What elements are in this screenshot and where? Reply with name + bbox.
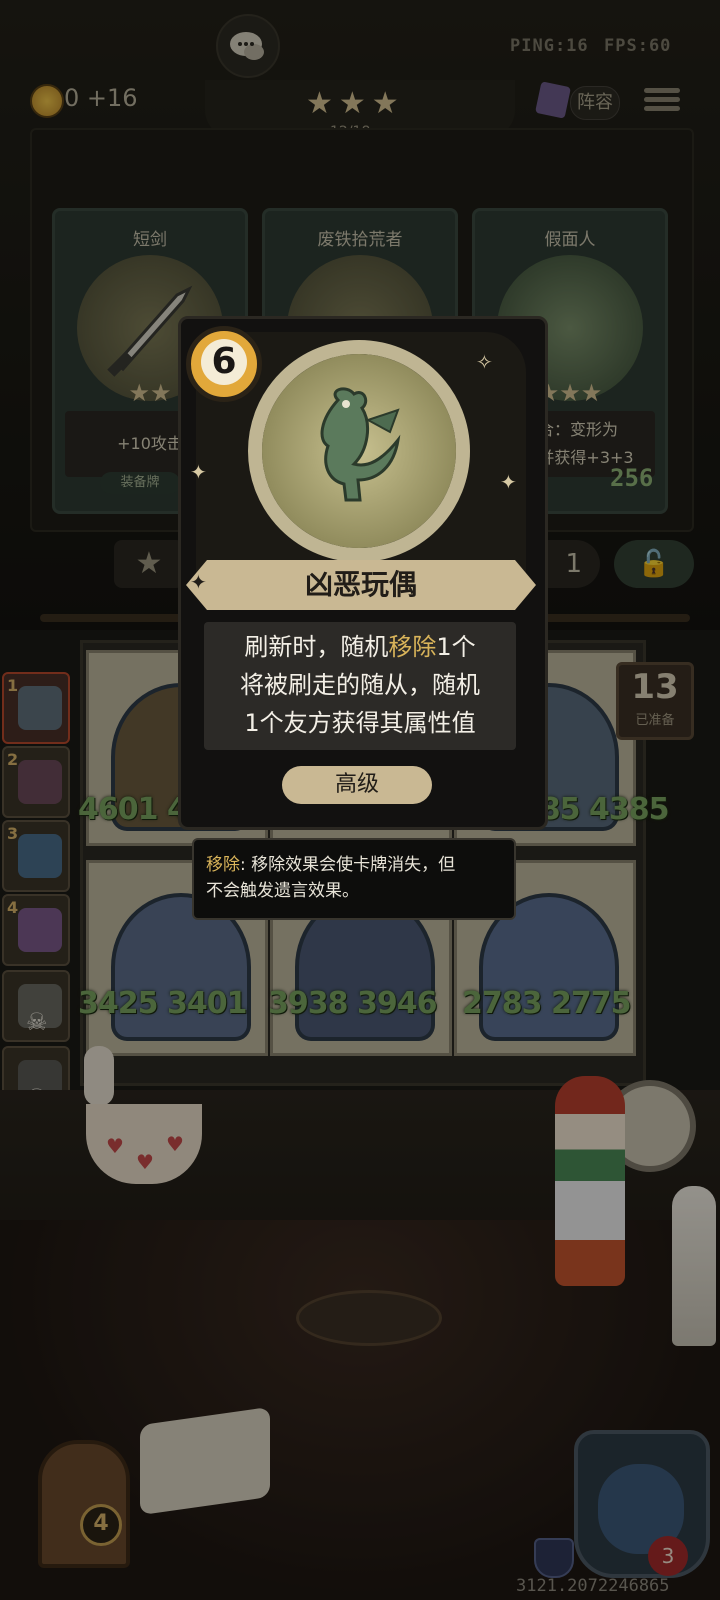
desc-line: 刷新时，随机移除1个 xyxy=(244,633,476,661)
sparkle-icon: ✦ xyxy=(500,470,517,494)
tooltip-keyword: 移除 xyxy=(206,855,240,875)
mana-cost-badge: 6 xyxy=(186,326,262,402)
sparkle-icon: ✧ xyxy=(476,350,493,374)
card-description: 刷新时，随机移除1个 将被刷走的随从，随机 1个友方获得其属性值 xyxy=(204,622,516,750)
rarity-label: 高级 xyxy=(282,766,432,804)
card-title: 凶恶玩偶 xyxy=(304,568,417,601)
keyword-tooltip: 移除: 移除效果会使卡牌消失，但 不会触发遗言效果。 xyxy=(192,838,516,920)
sparkle-icon: ✦ xyxy=(190,460,207,484)
desc-line: 将被刷走的随从，随机 xyxy=(240,671,480,699)
sparkle-icon: ✦ xyxy=(190,570,207,594)
dragon-icon xyxy=(320,387,401,502)
keyword-remove[interactable]: 移除 xyxy=(388,633,436,661)
desc-line: 1个友方获得其属性值 xyxy=(244,709,476,737)
